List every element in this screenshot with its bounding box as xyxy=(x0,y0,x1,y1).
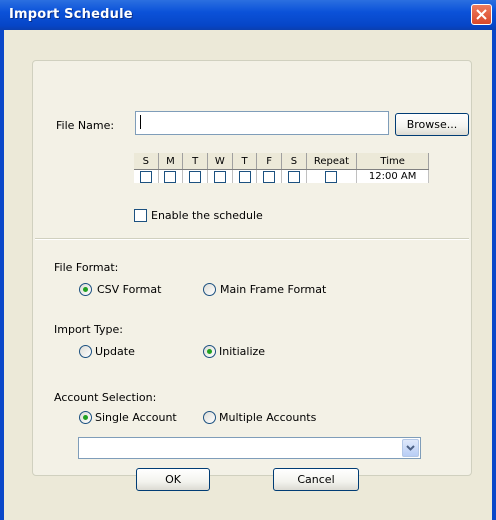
browse-button[interactable]: Browse... xyxy=(395,113,469,136)
text-caret xyxy=(140,115,141,129)
column-tuesday: T xyxy=(182,153,208,170)
import-type-label: Import Type: xyxy=(54,323,123,336)
main-frame-format-label[interactable]: Main Frame Format xyxy=(220,283,326,296)
update-radio[interactable] xyxy=(79,345,92,358)
schedule-header-row: S M T W T F S Repeat Time xyxy=(134,153,429,170)
account-selection-label: Account Selection: xyxy=(54,391,157,404)
column-saturday: S xyxy=(281,153,307,170)
radio-selected-dot xyxy=(83,415,88,420)
time-cell[interactable]: 12:00 AM xyxy=(356,169,429,183)
repeat-checkbox[interactable] xyxy=(325,171,338,183)
file-format-label: File Format: xyxy=(54,261,119,274)
thursday-checkbox[interactable] xyxy=(238,171,251,183)
chevron-down-icon xyxy=(406,445,415,451)
radio-selected-dot xyxy=(207,349,212,354)
enable-schedule-checkbox[interactable] xyxy=(134,209,147,222)
title-bar[interactable]: Import Schedule xyxy=(0,0,496,30)
update-label[interactable]: Update xyxy=(95,345,135,358)
saturday-checkbox[interactable] xyxy=(287,171,300,183)
section-divider xyxy=(35,238,469,240)
schedule-row: 12:00 AM xyxy=(134,169,429,183)
friday-checkbox[interactable] xyxy=(263,171,276,183)
column-sunday: S xyxy=(134,153,159,170)
dialog-client-area: File Name: Browse... S M T W T F S Repea… xyxy=(4,30,492,520)
radio-selected-dot xyxy=(83,287,88,292)
csv-format-radio[interactable] xyxy=(79,283,92,296)
multiple-accounts-radio[interactable] xyxy=(203,411,216,424)
settings-panel: File Name: Browse... S M T W T F S Repea… xyxy=(32,60,472,476)
main-frame-format-radio[interactable] xyxy=(203,283,216,296)
column-monday: M xyxy=(158,153,184,170)
single-account-label[interactable]: Single Account xyxy=(95,411,177,424)
multiple-accounts-label[interactable]: Multiple Accounts xyxy=(219,411,316,424)
wednesday-checkbox[interactable] xyxy=(213,171,226,183)
cancel-button[interactable]: Cancel xyxy=(273,468,359,491)
dialog-window: Import Schedule File Name: Browse... S M… xyxy=(0,0,496,520)
account-combo-box[interactable] xyxy=(78,437,421,459)
close-icon xyxy=(476,9,487,20)
account-dropdown-button[interactable] xyxy=(402,439,419,457)
tuesday-checkbox[interactable] xyxy=(189,171,202,183)
sunday-checkbox[interactable] xyxy=(139,171,152,183)
schedule-table: S M T W T F S Repeat Time 12:00 AM xyxy=(134,153,429,183)
column-thursday: T xyxy=(232,153,258,170)
column-wednesday: W xyxy=(207,153,233,170)
ok-button[interactable]: OK xyxy=(136,468,210,491)
enable-schedule-label[interactable]: Enable the schedule xyxy=(151,209,263,222)
csv-format-label[interactable]: CSV Format xyxy=(97,283,161,296)
file-name-label: File Name: xyxy=(56,119,115,132)
close-button[interactable] xyxy=(471,4,492,25)
window-title: Import Schedule xyxy=(9,7,133,22)
single-account-radio[interactable] xyxy=(79,411,92,424)
initialize-label[interactable]: Initialize xyxy=(219,345,265,358)
file-name-input[interactable] xyxy=(135,111,389,135)
column-repeat: Repeat xyxy=(306,153,358,170)
column-time: Time xyxy=(356,153,429,170)
column-friday: F xyxy=(256,153,283,170)
monday-checkbox[interactable] xyxy=(164,171,177,183)
initialize-radio[interactable] xyxy=(203,345,216,358)
